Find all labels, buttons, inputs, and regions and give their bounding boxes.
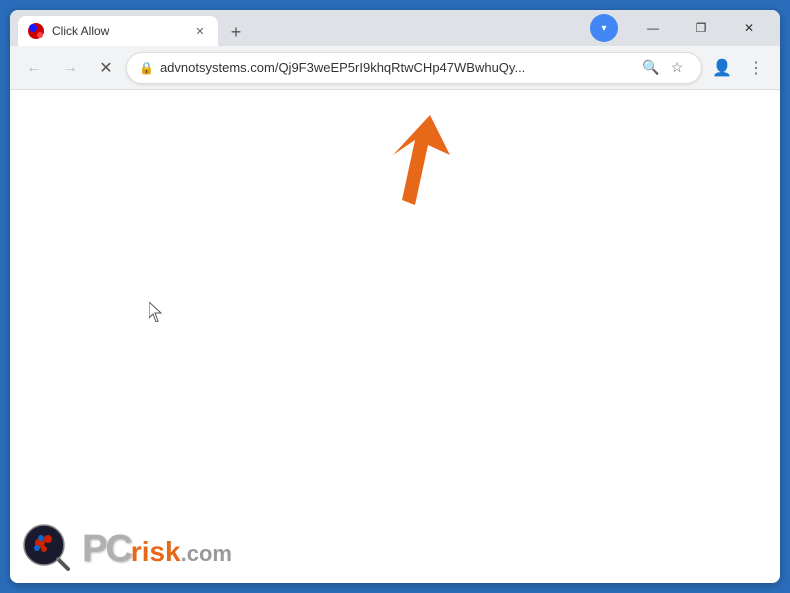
- bookmark-icon[interactable]: ☆: [665, 56, 689, 80]
- new-tab-button[interactable]: +: [222, 18, 250, 46]
- page-content: PC risk .com: [10, 90, 780, 583]
- logo-svg: [22, 523, 74, 575]
- profile-button[interactable]: 👤: [706, 52, 738, 84]
- pcrisk-logo-icon: [22, 523, 74, 575]
- profile-area: ▾: [590, 14, 618, 42]
- arrow-svg: [360, 110, 450, 210]
- toolbar: ← → ✕ 🔒 advnotsystems.com/Qj9F3weEP5rI9k…: [10, 46, 780, 90]
- url-text: advnotsystems.com/Qj9F3weEP5rI9khqRtwCHp…: [160, 60, 633, 75]
- more-icon: ⋮: [748, 58, 764, 78]
- dotcom-text: .com: [181, 543, 232, 565]
- close-nav-icon: ✕: [99, 58, 112, 78]
- omni-right-icons: 🔍 ☆: [639, 56, 689, 80]
- toolbar-right: 👤 ⋮: [706, 52, 772, 84]
- maximize-button[interactable]: ❐: [678, 12, 724, 44]
- tab-close-button[interactable]: ✕: [192, 23, 208, 39]
- dropdown-arrow: ▾: [601, 23, 606, 34]
- browser-window: Click Allow ✕ + ▾ — ❐ ✕ ← → ✕ 🔒 advnot: [10, 10, 780, 583]
- forward-button[interactable]: →: [54, 52, 86, 84]
- more-button[interactable]: ⋮: [740, 52, 772, 84]
- window-controls: — ❐ ✕: [630, 12, 772, 44]
- user-icon: 👤: [712, 58, 732, 78]
- tab-area: Click Allow ✕ +: [18, 10, 590, 46]
- omnibox[interactable]: 🔒 advnotsystems.com/Qj9F3weEP5rI9khqRtwC…: [126, 52, 702, 84]
- watermark: PC risk .com: [10, 515, 244, 583]
- tab-title: Click Allow: [52, 24, 184, 38]
- back-button[interactable]: ←: [18, 52, 50, 84]
- watermark-text: PC risk .com: [82, 530, 232, 568]
- title-bar: Click Allow ✕ + ▾ — ❐ ✕: [10, 10, 780, 46]
- cursor-svg: [149, 302, 165, 322]
- active-tab[interactable]: Click Allow ✕: [18, 16, 218, 46]
- forward-icon: →: [62, 59, 78, 77]
- tab-favicon: [28, 23, 44, 39]
- back-icon: ←: [26, 59, 42, 77]
- cursor-indicator: [149, 302, 165, 327]
- reload-button[interactable]: ✕: [90, 52, 122, 84]
- risk-text: risk: [131, 538, 181, 566]
- lock-icon: 🔒: [139, 61, 154, 75]
- minimize-button[interactable]: —: [630, 12, 676, 44]
- profile-dropdown-icon[interactable]: ▾: [590, 14, 618, 42]
- search-icon[interactable]: 🔍: [639, 56, 663, 80]
- pc-text: PC: [82, 530, 131, 568]
- close-button[interactable]: ✕: [726, 12, 772, 44]
